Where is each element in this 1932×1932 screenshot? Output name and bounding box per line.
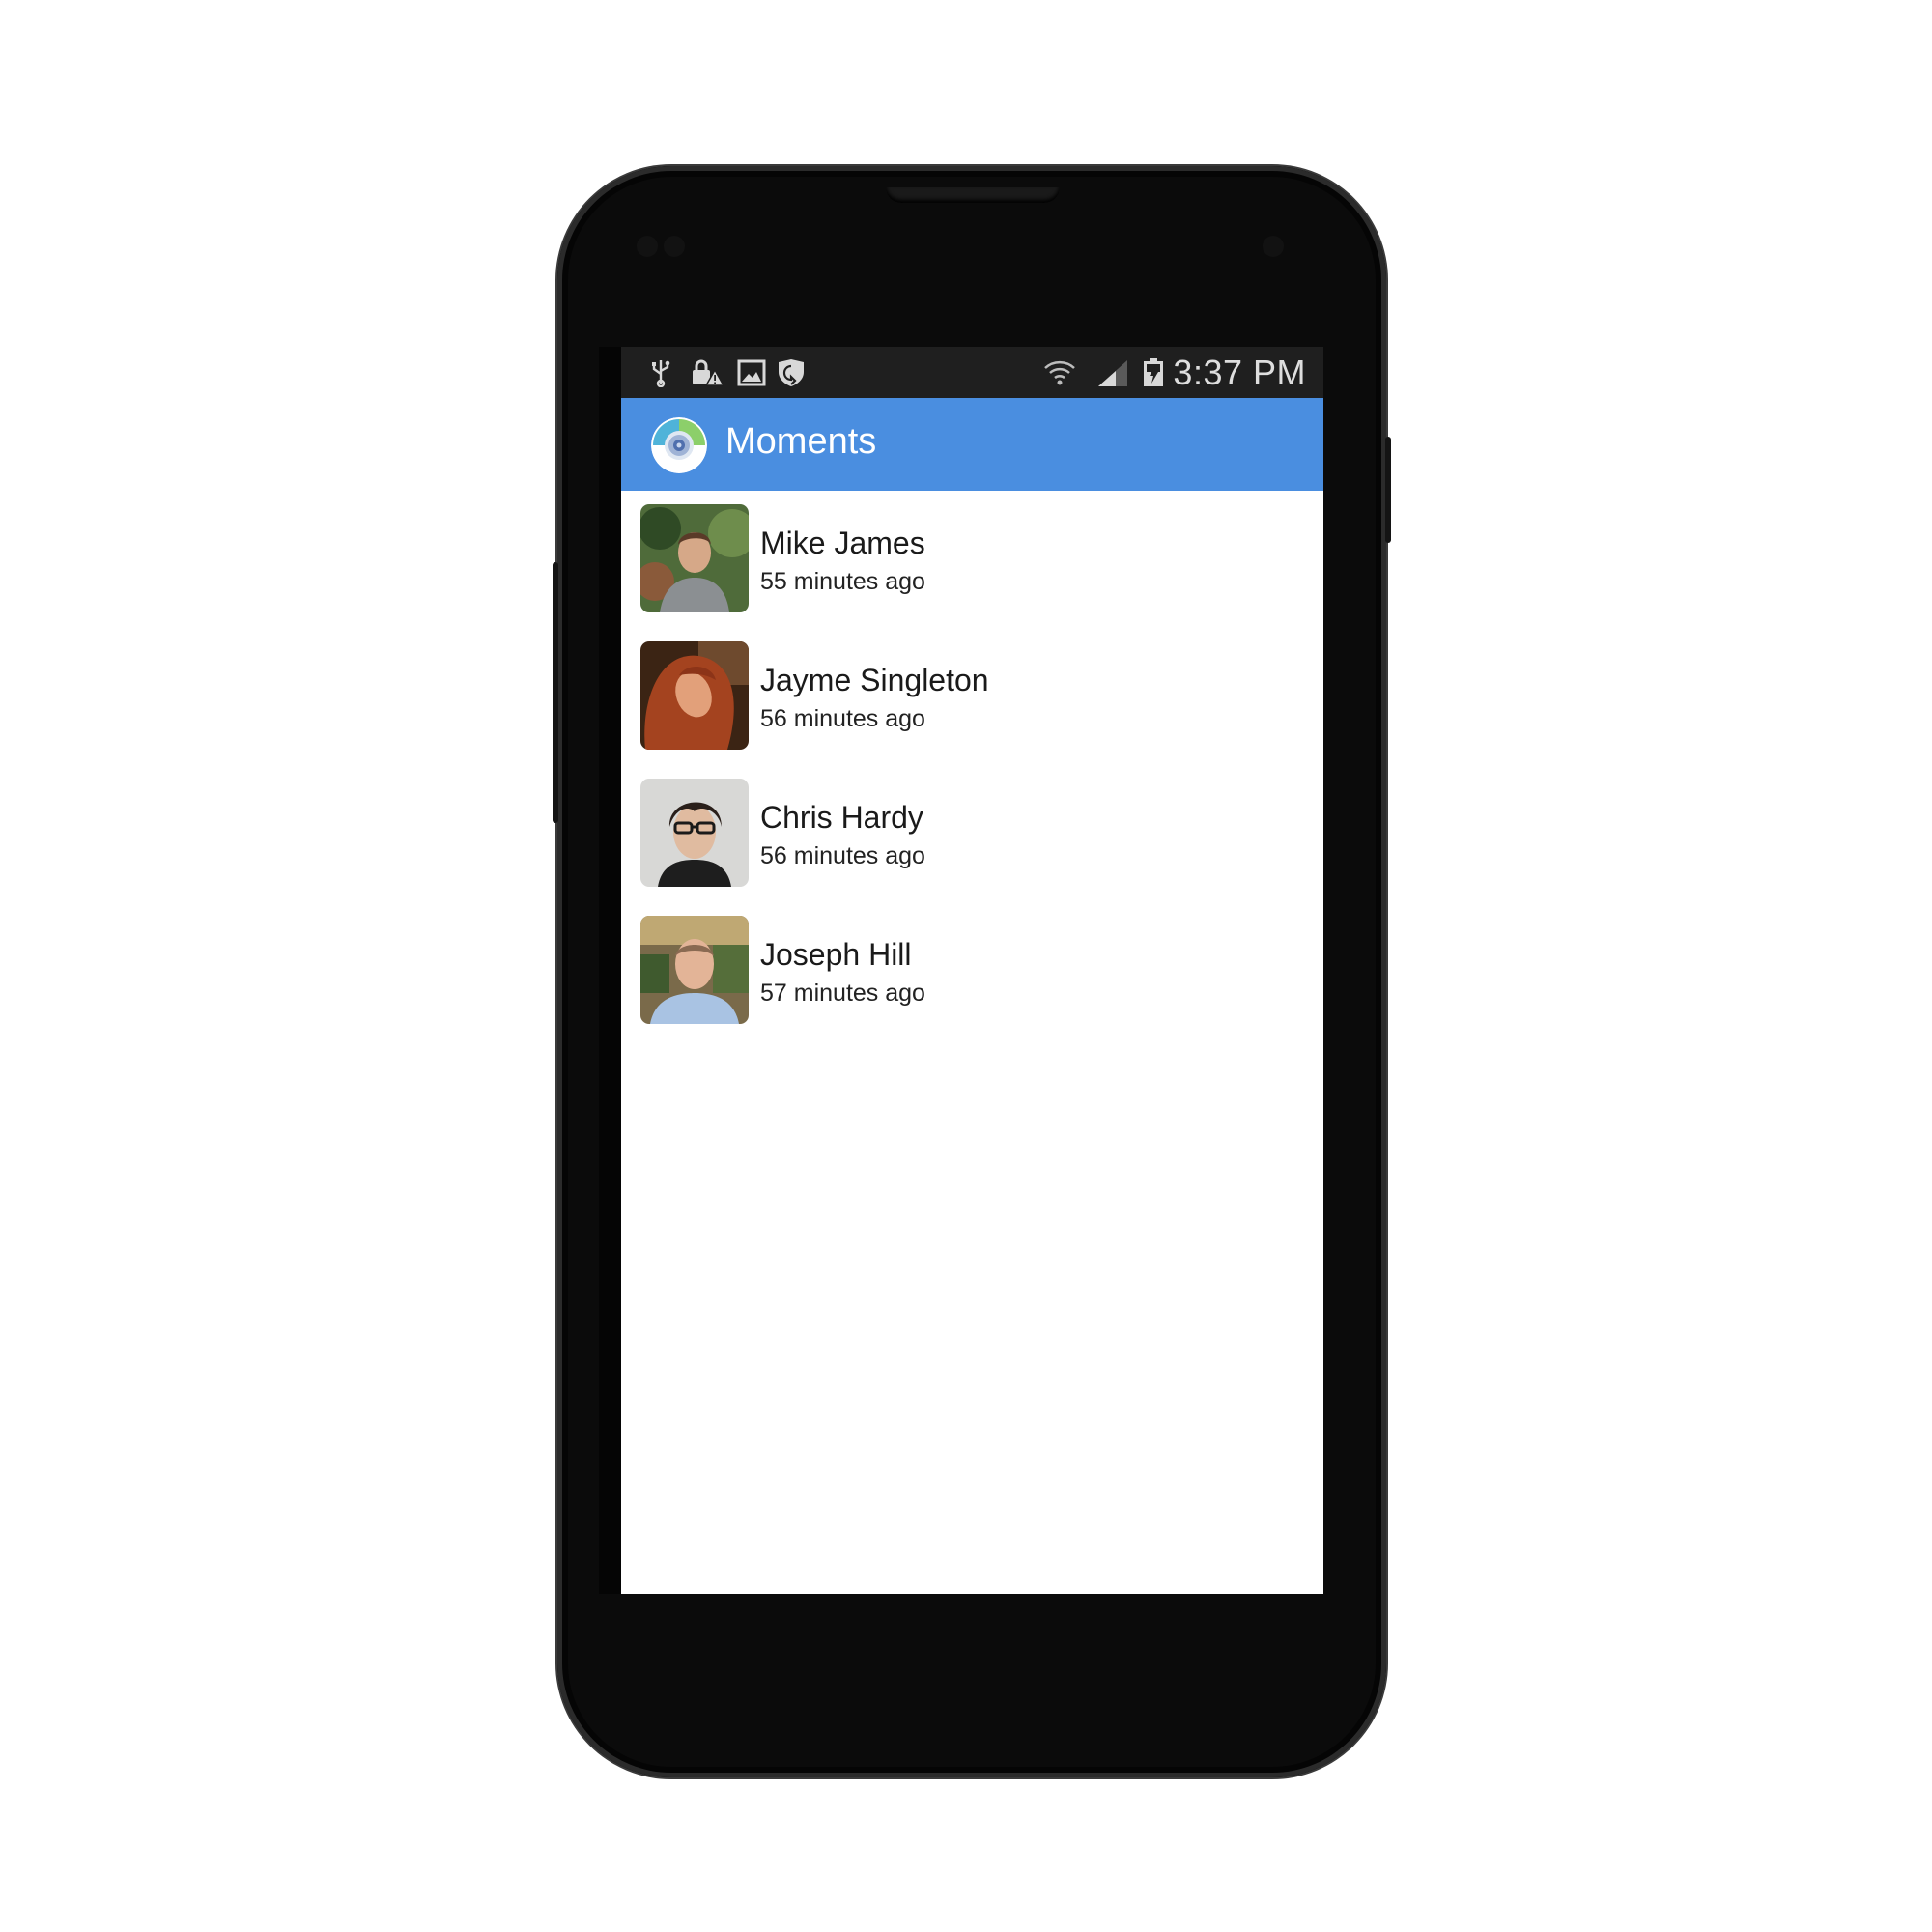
moments-list: Mike James 55 minutes ago Jayme Singleto…	[621, 491, 1323, 1594]
moment-item[interactable]: Joseph Hill 57 minutes ago	[621, 902, 1323, 1039]
lock-warning-icon	[693, 359, 725, 386]
moment-item[interactable]: Jayme Singleton 56 minutes ago	[621, 628, 1323, 765]
screen-bezel	[599, 347, 621, 1594]
image-icon	[737, 359, 766, 386]
avatar	[640, 916, 749, 1024]
app-logo-icon[interactable]	[651, 417, 707, 473]
battery-charging-icon	[1144, 358, 1163, 386]
status-bar: 3:37 PM	[621, 347, 1323, 398]
signal-icon	[1098, 360, 1127, 386]
volume-button[interactable]	[553, 562, 558, 823]
phone-screen: 3:37 PM Moments Mike James 55 minutes ag…	[621, 347, 1323, 1594]
app-bar: Moments	[621, 398, 1323, 491]
power-button[interactable]	[1385, 437, 1391, 543]
shield-icon	[779, 359, 804, 386]
avatar	[640, 641, 749, 750]
usb-icon	[652, 360, 670, 387]
moment-time: 55 minutes ago	[760, 568, 925, 595]
front-sensor	[664, 236, 685, 257]
front-sensor	[637, 236, 658, 257]
wifi-icon	[1044, 360, 1075, 385]
moment-name: Chris Hardy	[760, 800, 923, 835]
front-camera	[1263, 236, 1284, 257]
moment-item[interactable]: Mike James 55 minutes ago	[621, 491, 1323, 628]
avatar	[640, 504, 749, 612]
moment-item[interactable]: Chris Hardy 56 minutes ago	[621, 765, 1323, 902]
moment-time: 56 minutes ago	[760, 705, 925, 732]
status-time: 3:37 PM	[1173, 353, 1306, 392]
moment-name: Joseph Hill	[760, 937, 912, 972]
moment-name: Mike James	[760, 526, 925, 560]
app-title: Moments	[725, 421, 877, 462]
moment-name: Jayme Singleton	[760, 663, 989, 697]
avatar	[640, 779, 749, 887]
moment-time: 56 minutes ago	[760, 842, 925, 869]
earpiece	[886, 187, 1060, 203]
moment-time: 57 minutes ago	[760, 980, 925, 1007]
